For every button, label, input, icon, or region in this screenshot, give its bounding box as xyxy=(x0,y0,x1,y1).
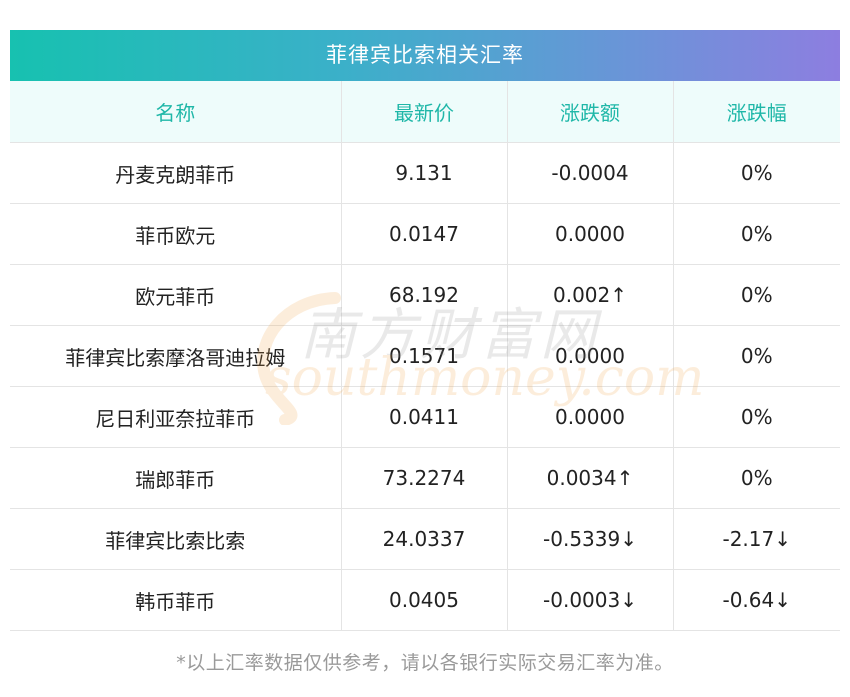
column-header-name: 名称 xyxy=(10,81,342,143)
change-amount: 0.0000 xyxy=(507,203,674,265)
change-amount: -0.0004 xyxy=(507,142,674,204)
change-percent: -0.64↓ xyxy=(673,569,840,631)
disclaimer-note: *以上汇率数据仅供参考，请以各银行实际交易汇率为准。 xyxy=(176,652,674,674)
table-row: 菲币欧元 0.0147 0.0000 0% xyxy=(10,203,840,265)
currency-pair-name: 菲律宾比索摩洛哥迪拉姆 xyxy=(10,325,342,387)
latest-price: 0.0405 xyxy=(341,569,508,631)
table-row: 欧元菲币 68.192 0.002↑ 0% xyxy=(10,264,840,326)
latest-price: 9.131 xyxy=(341,142,508,204)
exchange-rate-table: 名称 最新价 涨跌额 涨跌幅 丹麦克朗菲币 9.131 -0.0004 0% 菲币欧元 0… xyxy=(10,81,840,631)
latest-price: 0.0147 xyxy=(341,203,508,265)
table-row: 韩币菲币 0.0405 -0.0003↓ -0.64↓ xyxy=(10,569,840,631)
table-title: 菲律宾比索相关汇率 xyxy=(10,30,840,81)
latest-price: 0.1571 xyxy=(341,325,508,387)
change-percent: 0% xyxy=(673,447,840,509)
currency-pair-name: 菲律宾比索比索 xyxy=(10,508,342,570)
currency-pair-name: 丹麦克朗菲币 xyxy=(10,142,342,204)
change-percent: 0% xyxy=(673,264,840,326)
latest-price: 24.0337 xyxy=(341,508,508,570)
currency-pair-name: 菲币欧元 xyxy=(10,203,342,265)
change-amount: -0.0003↓ xyxy=(507,569,674,631)
latest-price: 73.2274 xyxy=(341,447,508,509)
change-percent: 0% xyxy=(673,325,840,387)
column-header-change: 涨跌额 xyxy=(507,81,674,143)
table-row: 丹麦克朗菲币 9.131 -0.0004 0% xyxy=(10,142,840,204)
table-row: 瑞郎菲币 73.2274 0.0034↑ 0% xyxy=(10,447,840,509)
change-percent: -2.17↓ xyxy=(673,508,840,570)
latest-price: 68.192 xyxy=(341,264,508,326)
change-amount: 0.002↑ xyxy=(507,264,674,326)
change-amount: -0.5339↓ xyxy=(507,508,674,570)
table-row: 菲律宾比索摩洛哥迪拉姆 0.1571 0.0000 0% xyxy=(10,325,840,387)
currency-pair-name: 尼日利亚奈拉菲币 xyxy=(10,386,342,448)
currency-pair-name: 韩币菲币 xyxy=(10,569,342,631)
currency-pair-name: 欧元菲币 xyxy=(10,264,342,326)
change-percent: 0% xyxy=(673,142,840,204)
change-percent: 0% xyxy=(673,386,840,448)
currency-pair-name: 瑞郎菲币 xyxy=(10,447,342,509)
column-header-price: 最新价 xyxy=(341,81,508,143)
page: 菲律宾比索相关汇率 名称 最新价 涨跌额 涨跌幅 丹麦克朗菲币 9.131 -0.0… xyxy=(0,0,850,697)
change-amount: 0.0034↑ xyxy=(507,447,674,509)
latest-price: 0.0411 xyxy=(341,386,508,448)
change-amount: 0.0000 xyxy=(507,325,674,387)
table-row: 菲律宾比索比索 24.0337 -0.5339↓ -2.17↓ xyxy=(10,508,840,570)
change-percent: 0% xyxy=(673,203,840,265)
table-row: 尼日利亚奈拉菲币 0.0411 0.0000 0% xyxy=(10,386,840,448)
column-header-change-pct: 涨跌幅 xyxy=(673,81,840,143)
change-amount: 0.0000 xyxy=(507,386,674,448)
table-header-row: 名称 最新价 涨跌额 涨跌幅 xyxy=(10,81,840,143)
